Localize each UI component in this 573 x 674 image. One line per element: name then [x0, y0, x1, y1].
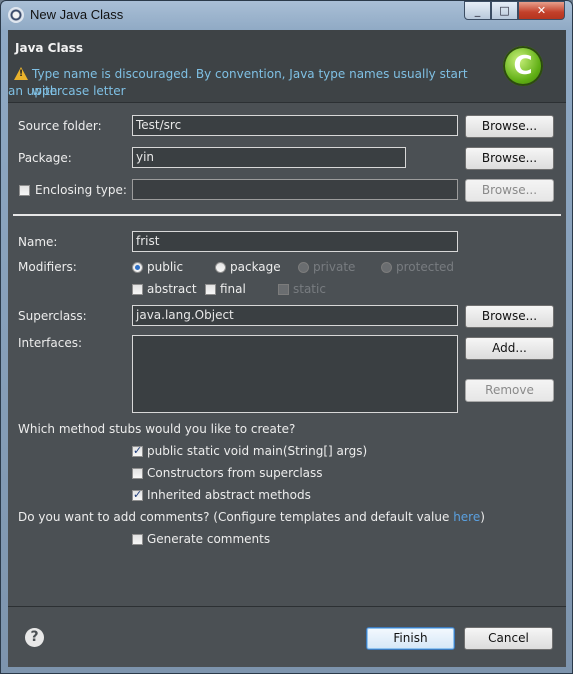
modifier-static-checkbox[interactable]	[278, 284, 289, 295]
wizard-header: Java Class ! Type name is discouraged. B…	[8, 30, 566, 102]
modifier-private-label: private	[313, 260, 356, 274]
modifier-private-radio[interactable]	[298, 262, 309, 273]
modifier-package-label: package	[230, 260, 281, 274]
modifier-package-radio[interactable]	[215, 262, 226, 273]
modifier-static-label: static	[293, 282, 326, 296]
minimize-button[interactable]: _	[464, 1, 491, 20]
browse-source-folder-button[interactable]: Browse...	[465, 115, 554, 138]
browse-superclass-button[interactable]: Browse...	[465, 305, 554, 328]
warning-icon: !	[14, 67, 28, 80]
browse-enclosing-type-button[interactable]: Browse...	[465, 179, 554, 202]
wizard-footer: ? Finish Cancel	[8, 606, 566, 667]
package-label: Package:	[18, 151, 72, 165]
browse-package-button[interactable]: Browse...	[465, 147, 554, 170]
enclosing-type-checkbox[interactable]	[19, 185, 30, 196]
constructors-label: Constructors from superclass	[147, 466, 323, 480]
package-field[interactable]: yin	[132, 147, 406, 168]
modifier-abstract-checkbox[interactable]	[132, 284, 143, 295]
modifier-final-checkbox[interactable]	[205, 284, 216, 295]
cancel-button[interactable]: Cancel	[464, 627, 553, 650]
interfaces-list[interactable]	[132, 335, 458, 413]
close-button[interactable]: ✕	[518, 1, 565, 20]
enclosing-type-label: Enclosing type:	[35, 183, 127, 197]
modifier-final-label: final	[220, 282, 246, 296]
source-folder-field[interactable]: Test/src	[132, 115, 458, 136]
superclass-label: Superclass:	[18, 309, 87, 323]
inherited-methods-label: Inherited abstract methods	[147, 488, 311, 502]
enclosing-type-field[interactable]	[132, 179, 458, 200]
comments-question: Do you want to add comments? (Configure …	[18, 510, 485, 524]
title-bar[interactable]: New Java Class _ □ ✕	[1, 1, 572, 29]
generate-comments-checkbox[interactable]	[132, 534, 143, 545]
method-stubs-question: Which method stubs would you like to cre…	[18, 422, 296, 436]
modifier-protected-label: protected	[396, 260, 455, 274]
inherited-methods-checkbox[interactable]	[132, 488, 143, 501]
java-class-wizard-icon: C	[503, 46, 543, 86]
configure-templates-link[interactable]: here	[453, 510, 480, 524]
eclipse-icon	[8, 7, 24, 23]
comments-question-text: Do you want to add comments? (Configure …	[18, 510, 454, 524]
warning-line-2: an uppercase letter	[8, 84, 126, 98]
comments-question-end: )	[480, 510, 485, 524]
name-field[interactable]: frist	[132, 231, 458, 252]
constructors-checkbox[interactable]	[132, 468, 143, 479]
main-method-checkbox[interactable]	[132, 444, 143, 457]
modifier-protected-radio[interactable]	[381, 262, 392, 273]
wizard-title: Java Class	[15, 41, 83, 55]
wizard-content: Source folder: Test/src Browse... Packag…	[8, 102, 566, 607]
remove-interface-button[interactable]: Remove	[465, 379, 554, 402]
superclass-field[interactable]: java.lang.Object	[132, 305, 458, 326]
separator	[13, 214, 561, 216]
main-method-label: public static void main(String[] args)	[147, 444, 368, 458]
dialog-window: New Java Class _ □ ✕ Java Class ! Type n…	[0, 0, 573, 674]
finish-button[interactable]: Finish	[366, 627, 455, 650]
help-icon[interactable]: ?	[25, 628, 44, 647]
interfaces-label: Interfaces:	[18, 336, 83, 350]
modifier-public-radio[interactable]	[132, 262, 143, 273]
modifier-public-label: public	[147, 260, 184, 274]
name-label: Name:	[18, 235, 58, 249]
maximize-button[interactable]: □	[491, 1, 518, 20]
modifier-abstract-label: abstract	[147, 282, 197, 296]
warning-message: Type name is discouraged. By convention,…	[8, 66, 492, 100]
modifiers-label: Modifiers:	[18, 260, 77, 274]
source-folder-label: Source folder:	[18, 119, 102, 133]
generate-comments-label: Generate comments	[147, 532, 271, 546]
add-interface-button[interactable]: Add...	[465, 337, 554, 360]
window-title: New Java Class	[30, 7, 124, 22]
